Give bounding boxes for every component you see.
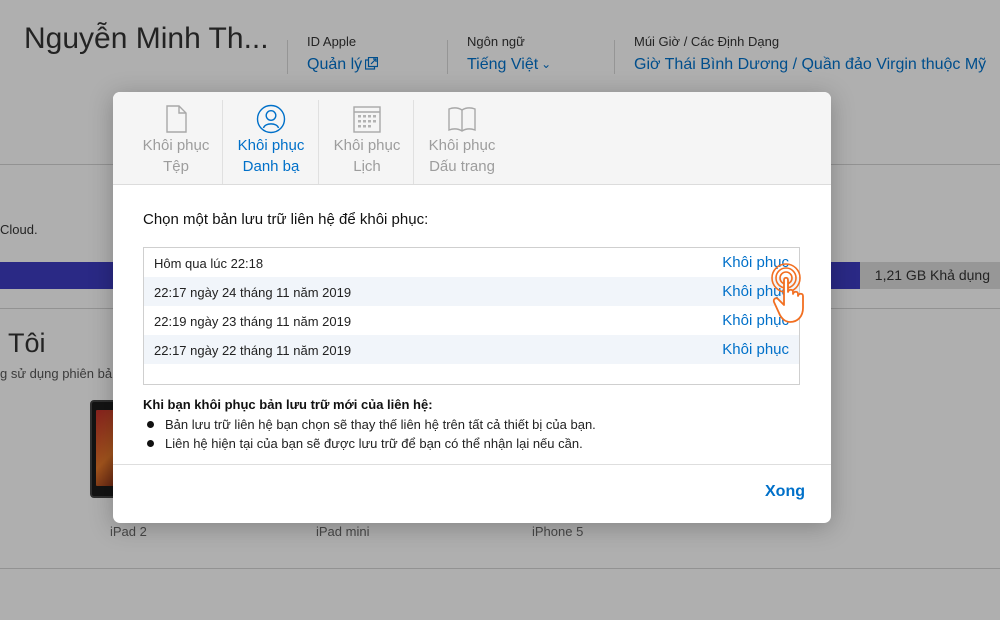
divider bbox=[113, 464, 831, 465]
backup-date: 22:19 ngày 23 tháng 11 năm 2019 bbox=[154, 314, 352, 329]
backup-date: 22:17 ngày 22 tháng 11 năm 2019 bbox=[154, 343, 352, 358]
tab-label: Tệp bbox=[163, 158, 189, 175]
tab-label: Khôi phục bbox=[237, 137, 305, 154]
bookmarks-icon bbox=[448, 107, 476, 132]
tab-restore-contacts[interactable]: Khôi phục Danh bạ bbox=[223, 92, 319, 184]
restore-dialog: Khôi phục Tệp Khôi phục Danh bạ Khôi phụ… bbox=[113, 92, 831, 523]
tab-label: Dấu trang bbox=[429, 158, 495, 175]
backup-list: Hôm qua lúc 22:18 Khôi phục 22:17 ngày 2… bbox=[143, 247, 800, 385]
backup-date: Hôm qua lúc 22:18 bbox=[154, 256, 264, 271]
restore-button[interactable]: Khôi phục bbox=[722, 341, 789, 358]
calendar-icon bbox=[353, 106, 381, 133]
tab-label: Danh bạ bbox=[242, 158, 300, 175]
note-list: Bản lưu trữ liên hệ bạn chọn sẽ thay thế… bbox=[143, 415, 783, 453]
note-item: Liên hệ hiện tại của bạn sẽ được lưu trữ… bbox=[143, 434, 783, 453]
tap-cursor-icon bbox=[771, 263, 804, 323]
tab-restore-bookmarks[interactable]: Khôi phục Dấu trang bbox=[414, 92, 510, 184]
note-title: Khi bạn khôi phục bản lưu trữ mới của li… bbox=[143, 397, 433, 412]
document-icon bbox=[166, 105, 187, 133]
note-item: Bản lưu trữ liên hệ bạn chọn sẽ thay thế… bbox=[143, 415, 783, 434]
restore-tab-bar: Khôi phục Tệp Khôi phục Danh bạ Khôi phụ… bbox=[113, 92, 831, 185]
tab-label: Khôi phục bbox=[428, 137, 496, 154]
tab-restore-files[interactable]: Khôi phục Tệp bbox=[128, 92, 224, 184]
backup-date: 22:17 ngày 24 tháng 11 năm 2019 bbox=[154, 285, 352, 300]
tab-label: Khôi phục bbox=[142, 137, 210, 154]
backup-row: 22:19 ngày 23 tháng 11 năm 2019 Khôi phụ… bbox=[144, 306, 799, 335]
tab-label: Khôi phục bbox=[333, 137, 401, 154]
backup-row: 22:17 ngày 24 tháng 11 năm 2019 Khôi phụ… bbox=[144, 277, 799, 306]
section-title: Chọn một bản lưu trữ liên hệ để khôi phụ… bbox=[143, 211, 429, 228]
backup-row: Hôm qua lúc 22:18 Khôi phục bbox=[144, 248, 799, 277]
contacts-icon bbox=[256, 104, 286, 134]
tab-restore-calendar[interactable]: Khôi phục Lịch bbox=[319, 92, 415, 184]
tab-label: Lịch bbox=[353, 158, 381, 175]
backup-row: 22:17 ngày 22 tháng 11 năm 2019 Khôi phụ… bbox=[144, 335, 799, 364]
done-button[interactable]: Xong bbox=[765, 483, 805, 501]
